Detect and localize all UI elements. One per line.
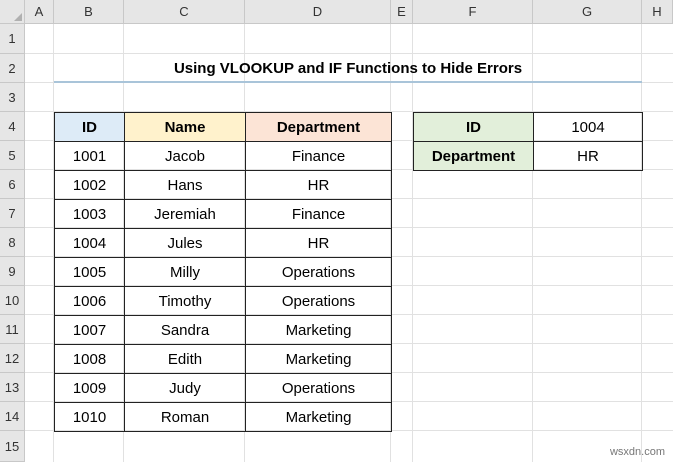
table-row: 1001 Jacob Finance xyxy=(54,141,392,171)
id-cell[interactable]: 1002 xyxy=(54,170,125,200)
department-cell[interactable]: Finance xyxy=(245,199,392,229)
sheet-title[interactable]: Using VLOOKUP and IF Functions to Hide E… xyxy=(54,54,642,83)
name-cell[interactable]: Jeremiah xyxy=(124,199,246,229)
name-cell[interactable]: Jacob xyxy=(124,141,246,171)
employee-table: ID Name Department 1001 Jacob Finance 10… xyxy=(54,112,392,432)
department-cell[interactable]: Marketing xyxy=(245,344,392,374)
department-cell[interactable]: Operations xyxy=(245,257,392,287)
row-header-13[interactable]: 13 xyxy=(0,373,25,402)
column-header-e[interactable]: E xyxy=(391,0,413,24)
id-cell[interactable]: 1001 xyxy=(54,141,125,171)
title-underline xyxy=(54,81,642,83)
id-cell[interactable]: 1009 xyxy=(54,373,125,403)
name-cell[interactable]: Hans xyxy=(124,170,246,200)
table-row: 1002 Hans HR xyxy=(54,170,392,200)
column-header-b[interactable]: B xyxy=(54,0,124,24)
id-header-cell[interactable]: ID xyxy=(54,112,125,142)
lookup-id-label[interactable]: ID xyxy=(413,112,534,142)
row-header-3[interactable]: 3 xyxy=(0,83,25,112)
id-cell[interactable]: 1004 xyxy=(54,228,125,258)
name-cell[interactable]: Timothy xyxy=(124,286,246,316)
row-header-4[interactable]: 4 xyxy=(0,112,25,141)
department-cell[interactable]: Marketing xyxy=(245,315,392,345)
row-header-6[interactable]: 6 xyxy=(0,170,25,199)
select-all-corner[interactable] xyxy=(0,0,25,24)
row-header-5[interactable]: 5 xyxy=(0,141,25,170)
id-cell[interactable]: 1010 xyxy=(54,402,125,432)
department-header-cell[interactable]: Department xyxy=(245,112,392,142)
table-row: 1009 Judy Operations xyxy=(54,373,392,403)
name-cell[interactable]: Sandra xyxy=(124,315,246,345)
department-cell[interactable]: Marketing xyxy=(245,402,392,432)
row-header-15[interactable]: 15 xyxy=(0,431,25,462)
id-cell[interactable]: 1005 xyxy=(54,257,125,287)
name-cell[interactable]: Milly xyxy=(124,257,246,287)
row-header-1[interactable]: 1 xyxy=(0,24,25,54)
column-header-h[interactable]: H xyxy=(642,0,673,24)
table-row: 1003 Jeremiah Finance xyxy=(54,199,392,229)
row-header-12[interactable]: 12 xyxy=(0,344,25,373)
id-cell[interactable]: 1006 xyxy=(54,286,125,316)
lookup-department-row: Department HR xyxy=(413,141,643,171)
id-cell[interactable]: 1008 xyxy=(54,344,125,374)
department-cell[interactable]: Operations xyxy=(245,286,392,316)
lookup-id-row: ID 1004 xyxy=(413,112,643,142)
table-row: 1010 Roman Marketing xyxy=(54,402,392,432)
table-row: 1007 Sandra Marketing xyxy=(54,315,392,345)
id-cell[interactable]: 1007 xyxy=(54,315,125,345)
name-cell[interactable]: Jules xyxy=(124,228,246,258)
row-header-7[interactable]: 7 xyxy=(0,199,25,228)
table-header-row: ID Name Department xyxy=(54,112,392,142)
row-header-2[interactable]: 2 xyxy=(0,54,25,83)
name-header-cell[interactable]: Name xyxy=(124,112,246,142)
watermark: wsxdn.com xyxy=(609,446,665,458)
table-row: 1004 Jules HR xyxy=(54,228,392,258)
row-header-8[interactable]: 8 xyxy=(0,228,25,257)
lookup-table: ID 1004 Department HR xyxy=(413,112,643,171)
lookup-id-input[interactable]: 1004 xyxy=(533,112,643,142)
name-cell[interactable]: Roman xyxy=(124,402,246,432)
row-header-9[interactable]: 9 xyxy=(0,257,25,286)
column-header-f[interactable]: F xyxy=(413,0,533,24)
lookup-department-label[interactable]: Department xyxy=(413,141,534,171)
table-row: 1008 Edith Marketing xyxy=(54,344,392,374)
table-row: 1006 Timothy Operations xyxy=(54,286,392,316)
department-cell[interactable]: HR xyxy=(245,170,392,200)
department-cell[interactable]: Operations xyxy=(245,373,392,403)
name-cell[interactable]: Edith xyxy=(124,344,246,374)
column-header-c[interactable]: C xyxy=(124,0,245,24)
name-cell[interactable]: Judy xyxy=(124,373,246,403)
department-cell[interactable]: Finance xyxy=(245,141,392,171)
column-header-d[interactable]: D xyxy=(245,0,391,24)
row-header-10[interactable]: 10 xyxy=(0,286,25,315)
id-cell[interactable]: 1003 xyxy=(54,199,125,229)
row-header-11[interactable]: 11 xyxy=(0,315,25,344)
table-row: 1005 Milly Operations xyxy=(54,257,392,287)
column-header-a[interactable]: A xyxy=(25,0,54,24)
column-header-g[interactable]: G xyxy=(533,0,642,24)
department-cell[interactable]: HR xyxy=(245,228,392,258)
row-header-14[interactable]: 14 xyxy=(0,402,25,431)
lookup-department-result[interactable]: HR xyxy=(533,141,643,171)
